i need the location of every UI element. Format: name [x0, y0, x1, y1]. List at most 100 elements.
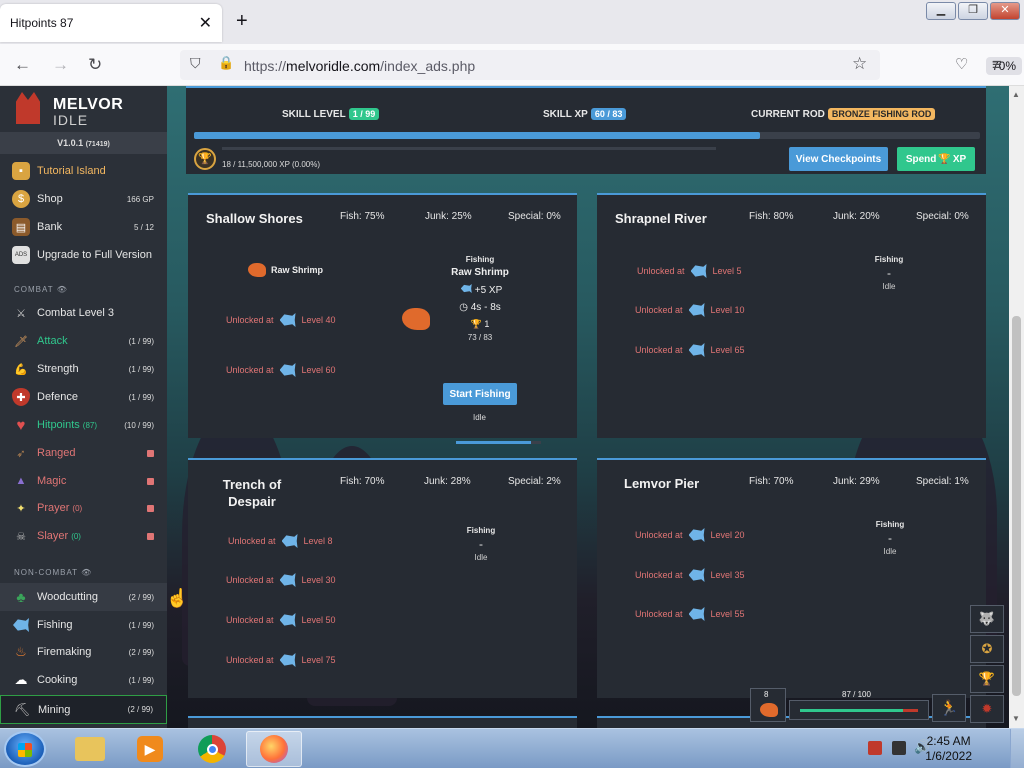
bookmark-star-icon[interactable]: ☆: [852, 54, 867, 74]
sidebar-item-magic[interactable]: ▲ Magic: [0, 467, 167, 495]
sidebar-item-tutorial-island[interactable]: ▪ Tutorial Island: [0, 157, 167, 185]
sidebar-item-ranged[interactable]: ➶ Ranged: [0, 439, 167, 467]
locked-fish: Unlocked at Level 60: [226, 363, 336, 377]
fish-icon: [688, 343, 705, 357]
url-bar[interactable]: ⛉ 🔒 https://melvoridle.com/index_ads.php…: [180, 50, 1023, 80]
demon-icon[interactable]: ✹: [970, 695, 1004, 723]
sidebar-item-shop[interactable]: $ Shop 166 GP: [0, 185, 167, 213]
show-desktop-button[interactable]: [1010, 729, 1024, 768]
fishing-info: Fishing - Idle: [466, 526, 496, 562]
skill-xp-label: SKILL XP 60 / 83: [543, 108, 627, 120]
sidebar-item-combat-level[interactable]: ⚔ Combat Level 3: [0, 299, 167, 327]
windows-taskbar: ▶ 🔊 2:45 AM 1/6/2022: [0, 728, 1024, 768]
fish-icon: [279, 363, 296, 377]
fishing-info: Fishing - Idle: [875, 520, 905, 556]
fish-icon: [688, 607, 705, 621]
fire-icon: ♨: [15, 644, 27, 659]
pocket-icon[interactable]: ♡: [955, 55, 968, 73]
start-button[interactable]: [4, 731, 46, 767]
browser-tab[interactable]: Hitpoints 87 ✕: [0, 4, 222, 42]
sidebar-item-upgrade[interactable]: ADS Upgrade to Full Version: [0, 241, 167, 269]
windows-logo-icon: [18, 743, 32, 757]
clock[interactable]: 2:45 AM 1/6/2022: [925, 734, 972, 764]
sidebar-item-strength[interactable]: 💪 Strength (1 / 99): [0, 355, 167, 383]
menu-icon[interactable]: ≡: [992, 55, 1002, 75]
sword-icon: 🗡: [14, 335, 28, 348]
shrimp-icon: [248, 263, 266, 277]
sidebar-item-defence[interactable]: ✚ Defence (1 / 99): [0, 383, 167, 411]
view-checkpoints-button[interactable]: View Checkpoints: [789, 147, 888, 171]
firefox-taskbar-icon[interactable]: [246, 731, 302, 767]
sidebar-item-bank[interactable]: ▤ Bank 5 / 12: [0, 213, 167, 241]
shield-icon[interactable]: ⛉: [190, 55, 201, 72]
sidebar-item-hitpoints[interactable]: ♥ Hitpoints (87) (10 / 99): [0, 411, 167, 439]
maximize-button[interactable]: ❐: [958, 2, 988, 20]
current-rod-label: CURRENT ROD BRONZE FISHING ROD: [751, 108, 936, 120]
sidebar-item-mining[interactable]: ⛏ Mining (2 / 99): [0, 695, 167, 724]
shield-icon: ✚: [12, 388, 30, 406]
forward-icon[interactable]: →: [52, 55, 69, 75]
fishing-info: Fishing - Idle: [874, 255, 904, 291]
trophy-icon[interactable]: 🏆: [970, 665, 1004, 693]
spend-xp-button[interactable]: Spend 🏆 XP: [897, 147, 975, 171]
new-tab-icon[interactable]: +: [236, 10, 248, 33]
bank-chest-icon: ▤: [12, 218, 30, 236]
wizard-hat-icon: ▲: [15, 475, 27, 487]
explorer-taskbar-icon[interactable]: [62, 731, 118, 767]
fish-icon: [688, 568, 705, 582]
area-title: Shallow Shores: [206, 211, 303, 226]
locked-fish: Unlocked at Level 75: [226, 653, 336, 667]
reload-icon[interactable]: ↻: [88, 55, 102, 75]
fish-option-raw-shrimp[interactable]: Raw Shrimp: [248, 263, 323, 277]
non-combat-header: NON-COMBAT 👁: [14, 568, 93, 577]
mastery-xp-text: 18 / 11,500,000 XP (0.00%): [222, 160, 320, 169]
page-scrollbar[interactable]: ▲ ▼: [1009, 86, 1024, 728]
sidebar-item-cooking[interactable]: ☁ Cooking (1 / 99): [0, 666, 167, 694]
fish-icon: [279, 573, 296, 587]
minimize-button[interactable]: ▁: [926, 2, 956, 20]
sidebar-item-slayer[interactable]: ☠ Slayer (0): [0, 522, 167, 550]
combat-header: COMBAT 👁: [14, 285, 68, 294]
network-icon[interactable]: [892, 741, 906, 755]
gold-coin-icon: $: [12, 190, 30, 208]
fish-icon: [12, 616, 30, 634]
run-icon[interactable]: 🏃: [932, 694, 966, 722]
melvor-logo[interactable]: MELVOR IDLE: [16, 90, 156, 130]
bank-count: 5 / 12: [133, 222, 154, 232]
sidebar-item-attack[interactable]: 🗡 Attack (1 / 99): [0, 327, 167, 355]
eye-icon: 👁: [56, 285, 68, 294]
sidebar-item-fishing[interactable]: Fishing (1 / 99): [0, 611, 167, 639]
shrimp-icon: [760, 703, 778, 717]
tab-close-icon[interactable]: ✕: [199, 13, 212, 33]
sidebar-item-prayer[interactable]: ✦ Prayer (0): [0, 494, 167, 522]
logo-subtext: IDLE: [53, 112, 89, 128]
crossed-swords-icon: ⚔: [16, 307, 26, 320]
chrome-taskbar-icon[interactable]: [184, 731, 240, 767]
lock-icon[interactable]: 🔒: [218, 55, 234, 71]
media-player-taskbar-icon[interactable]: ▶: [122, 731, 178, 767]
fishing-area-card: Shrapnel River Fish: 80% Junk: 20% Speci…: [597, 193, 986, 438]
sidebar: MELVOR IDLE V1.0.1 (71419) ▪ Tutorial Is…: [0, 86, 167, 728]
tab-title: Hitpoints 87: [10, 16, 74, 30]
close-window-button[interactable]: ✕: [990, 2, 1020, 20]
back-icon[interactable]: ←: [14, 55, 31, 75]
start-fishing-button[interactable]: Start Fishing: [443, 383, 517, 405]
fishing-area-card: Shallow Shores Fish: 75% Junk: 25% Speci…: [188, 193, 577, 444]
fish-icon: [688, 528, 705, 542]
version-label: V1.0.1 (71419): [0, 132, 167, 154]
scrollbar-thumb[interactable]: [1012, 316, 1021, 696]
wolf-pet-icon[interactable]: 🐺: [970, 605, 1004, 633]
fishing-area-card: Trench of Despair Fish: 70% Junk: 28% Sp…: [188, 458, 577, 698]
action-center-icon[interactable]: [868, 741, 882, 755]
sidebar-item-woodcutting[interactable]: ♣ Woodcutting (2 / 99): [0, 583, 167, 611]
skill-level-label: SKILL LEVEL 1 / 99: [282, 108, 380, 120]
skill-progress-bar: [194, 132, 980, 139]
trophy-icon: 🏆: [194, 148, 216, 170]
sidebar-item-firemaking[interactable]: ♨ Firemaking (2 / 99): [0, 638, 167, 666]
equipped-food[interactable]: 8: [750, 688, 786, 722]
fish-icon: [281, 534, 298, 548]
fish-icon: [688, 303, 705, 317]
medal-icon[interactable]: ✪: [970, 635, 1004, 663]
game-viewport: MELVOR IDLE V1.0.1 (71419) ▪ Tutorial Is…: [0, 86, 1024, 728]
eye-icon: 👁: [81, 568, 93, 577]
